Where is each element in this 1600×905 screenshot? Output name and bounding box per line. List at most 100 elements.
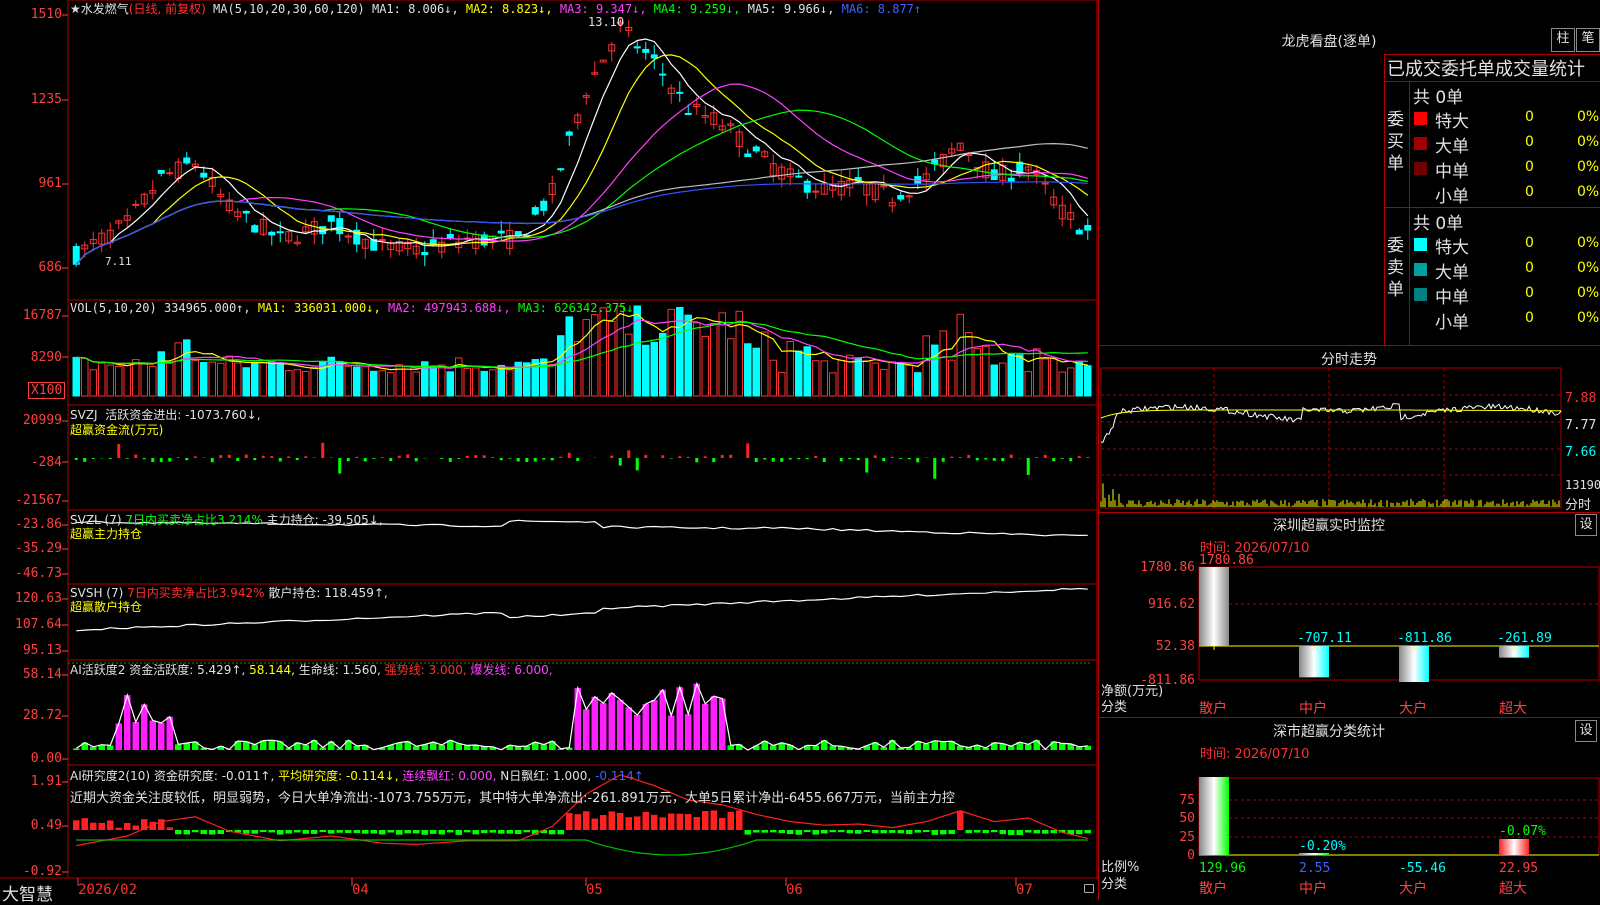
fund-flow-bar bbox=[304, 456, 307, 458]
volume-bar bbox=[651, 342, 658, 396]
fund-flow-bar bbox=[721, 455, 724, 458]
fund-flow-bar bbox=[92, 458, 95, 459]
candle-body bbox=[167, 173, 173, 174]
candle-body bbox=[804, 181, 810, 192]
fund-flow-bar bbox=[491, 457, 494, 458]
study-bar bbox=[932, 830, 939, 835]
svsh-axis-2: 107.64 bbox=[0, 617, 62, 632]
fund-flow-bar bbox=[508, 458, 511, 459]
candle-body bbox=[906, 196, 912, 197]
svsh-sub: 超赢散户持仓 bbox=[70, 598, 142, 615]
svzj-active: 活跃资金进出: -1073.760↓, bbox=[105, 408, 260, 422]
study-bar bbox=[949, 830, 956, 834]
main-axis-3: 961 bbox=[0, 176, 62, 191]
x-label-3: 05 bbox=[586, 882, 603, 898]
fund-flow-bar bbox=[406, 454, 409, 458]
study-bar bbox=[396, 830, 403, 835]
study-bar bbox=[745, 830, 752, 835]
volume-bar bbox=[167, 363, 174, 396]
fund-flow-bar bbox=[797, 458, 800, 459]
volume-bar bbox=[991, 365, 998, 396]
study-bar bbox=[456, 830, 463, 835]
volume-bar bbox=[1025, 372, 1032, 396]
candle-body bbox=[558, 169, 564, 170]
study-bar bbox=[694, 817, 701, 830]
volume-bar bbox=[787, 341, 794, 396]
intraday-price-line bbox=[1101, 404, 1561, 443]
x-label-5: 07 bbox=[1016, 882, 1033, 898]
candle-body bbox=[753, 147, 759, 151]
fund-flow-bar bbox=[151, 458, 154, 462]
activity-bar bbox=[660, 690, 667, 750]
candle-body bbox=[643, 49, 649, 52]
study-bar bbox=[473, 830, 480, 834]
ai1-axis-3: 0.00 bbox=[0, 751, 62, 766]
fund-flow-bar bbox=[143, 458, 146, 459]
volume-bar bbox=[821, 361, 828, 396]
ma10-line bbox=[76, 55, 1088, 264]
kline-area[interactable]: ★水发燃气(日线, 前复权) MA(5,10,20,30,60,120) MA1… bbox=[0, 0, 1098, 900]
study-bar bbox=[915, 830, 922, 833]
intraday-frame bbox=[1101, 368, 1561, 508]
volume-bar bbox=[1017, 355, 1024, 396]
study-bar bbox=[379, 830, 386, 834]
study-bar bbox=[609, 811, 616, 830]
ai2-axis-2: 0.49 bbox=[0, 818, 62, 833]
activity-bar bbox=[439, 745, 446, 750]
study-bar bbox=[133, 825, 140, 830]
volume-bar bbox=[558, 336, 565, 396]
study-bar bbox=[974, 830, 981, 833]
fund-flow-bar bbox=[177, 457, 180, 458]
fund-flow-bar bbox=[347, 458, 350, 461]
study-bar bbox=[728, 812, 735, 830]
study-bar bbox=[813, 830, 820, 835]
fund-flow-bar bbox=[389, 458, 392, 461]
vol-label: VOL(5,10,20) bbox=[70, 301, 157, 315]
monitor-axis-label: -811.86 bbox=[1140, 673, 1195, 688]
main-axis-1: 1510 bbox=[0, 7, 62, 22]
volume-bar bbox=[643, 345, 650, 396]
volume-bar bbox=[1000, 363, 1007, 396]
svsh-axis-3: 95.13 bbox=[0, 643, 62, 658]
study-bar bbox=[872, 830, 879, 833]
lock-icon[interactable] bbox=[1084, 884, 1094, 893]
volume-bar bbox=[175, 343, 182, 396]
classify-category-2: 大户 bbox=[1399, 880, 1427, 897]
candle-body bbox=[345, 236, 351, 237]
fund-flow-bar bbox=[568, 453, 571, 458]
candle-body bbox=[430, 240, 436, 245]
fund-flow-bar bbox=[610, 456, 613, 458]
stock-name: 水发燃气 bbox=[81, 2, 129, 16]
activity-bar bbox=[303, 745, 310, 750]
study-bar bbox=[269, 830, 276, 832]
classify-axis-label: 25 bbox=[1179, 830, 1195, 845]
fund-flow-bar bbox=[194, 456, 197, 458]
fund-flow-bar bbox=[466, 456, 469, 458]
fund-flow-bar bbox=[857, 458, 860, 460]
volume-bar bbox=[481, 371, 488, 396]
volume-bar bbox=[294, 370, 301, 396]
volume-bar bbox=[235, 363, 242, 396]
study-bar bbox=[779, 830, 786, 833]
ai1-axis-1: 58.14 bbox=[0, 667, 62, 682]
volume-bar bbox=[779, 372, 786, 396]
fund-flow-bar bbox=[678, 456, 681, 458]
ma3-value: MA3: 9.347↓, bbox=[560, 2, 647, 16]
study-bar bbox=[966, 830, 973, 833]
volume-bar bbox=[269, 362, 276, 396]
study-bar bbox=[864, 830, 871, 832]
study-bar bbox=[192, 830, 199, 832]
kline-chart-svg[interactable] bbox=[0, 0, 1098, 900]
study-bar bbox=[983, 830, 990, 833]
svzl-axis-3: -46.73 bbox=[0, 566, 62, 581]
volume-bar bbox=[1068, 368, 1075, 396]
activity-bar bbox=[711, 696, 718, 750]
vol-value: 334965.000↑, bbox=[164, 301, 251, 315]
vol-unit-box[interactable]: X100 bbox=[28, 382, 65, 399]
fund-flow-bar bbox=[763, 458, 766, 459]
study-bar bbox=[430, 830, 437, 834]
fund-flow-bar bbox=[687, 457, 690, 458]
volume-bar bbox=[286, 371, 293, 396]
high-price-mark: 13.10 bbox=[588, 15, 624, 29]
monitor-category-1: 中户 bbox=[1299, 700, 1327, 717]
